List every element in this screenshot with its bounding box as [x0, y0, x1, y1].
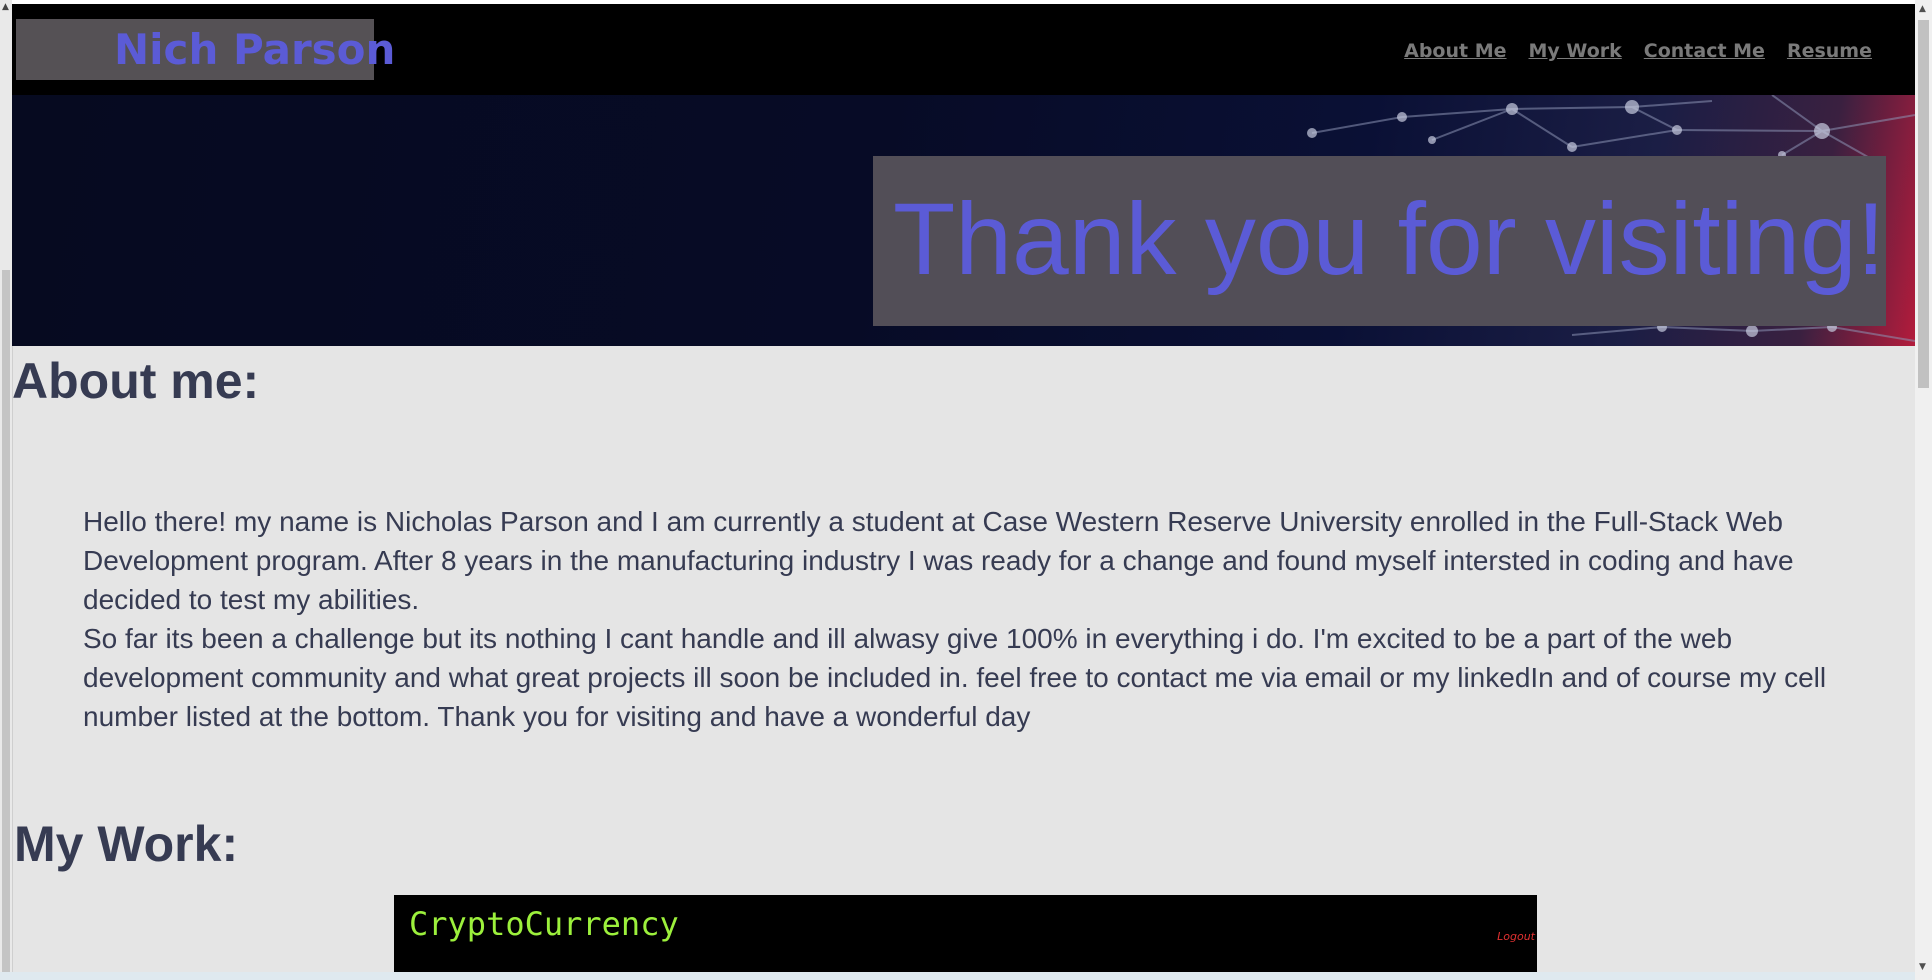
hero-banner: Thank you for visiting!: [12, 95, 1915, 346]
hero-title: Thank you for visiting!: [893, 182, 1886, 296]
nav-link-about-me[interactable]: About Me: [1404, 40, 1506, 62]
about-text: Hello there! my name is Nicholas Parson …: [83, 502, 1863, 736]
bottom-window-strip: [0, 972, 1915, 980]
hero-title-box: Thank you for visiting!: [873, 156, 1886, 326]
main-nav: About Me My Work Contact Me Resume: [1404, 40, 1872, 62]
scroll-up-icon[interactable]: ▲: [1919, 4, 1926, 14]
project-preview-cryptocurrency[interactable]: CryptoCurrency Logout: [394, 895, 1537, 980]
vertical-scrollbar[interactable]: ▲ ▼: [1915, 0, 1932, 980]
brand-logo-text[interactable]: Nich Parson: [16, 19, 395, 80]
project-logout-link[interactable]: Logout: [1497, 930, 1535, 943]
scroll-down-icon[interactable]: ▼: [1919, 962, 1926, 972]
nav-link-resume[interactable]: Resume: [1787, 40, 1872, 62]
left-scroll-thumb[interactable]: [2, 270, 10, 980]
about-paragraph-1: Hello there! my name is Nicholas Parson …: [83, 506, 1794, 615]
about-paragraph-2: So far its been a challenge but its noth…: [83, 623, 1827, 732]
nav-link-contact-me[interactable]: Contact Me: [1644, 40, 1765, 62]
site-header: Nich Parson About Me My Work Contact Me …: [12, 4, 1915, 95]
scroll-up-arrow-icon[interactable]: ▲: [2, 2, 9, 12]
about-section-title: About me:: [12, 353, 260, 409]
work-section-title: My Work:: [14, 816, 239, 872]
project-title: CryptoCurrency: [409, 905, 679, 943]
scroll-thumb[interactable]: [1918, 20, 1929, 388]
nav-link-my-work[interactable]: My Work: [1529, 40, 1622, 62]
browser-viewport: ▲ Nich Parson About Me My Work Contact M…: [0, 0, 1932, 980]
